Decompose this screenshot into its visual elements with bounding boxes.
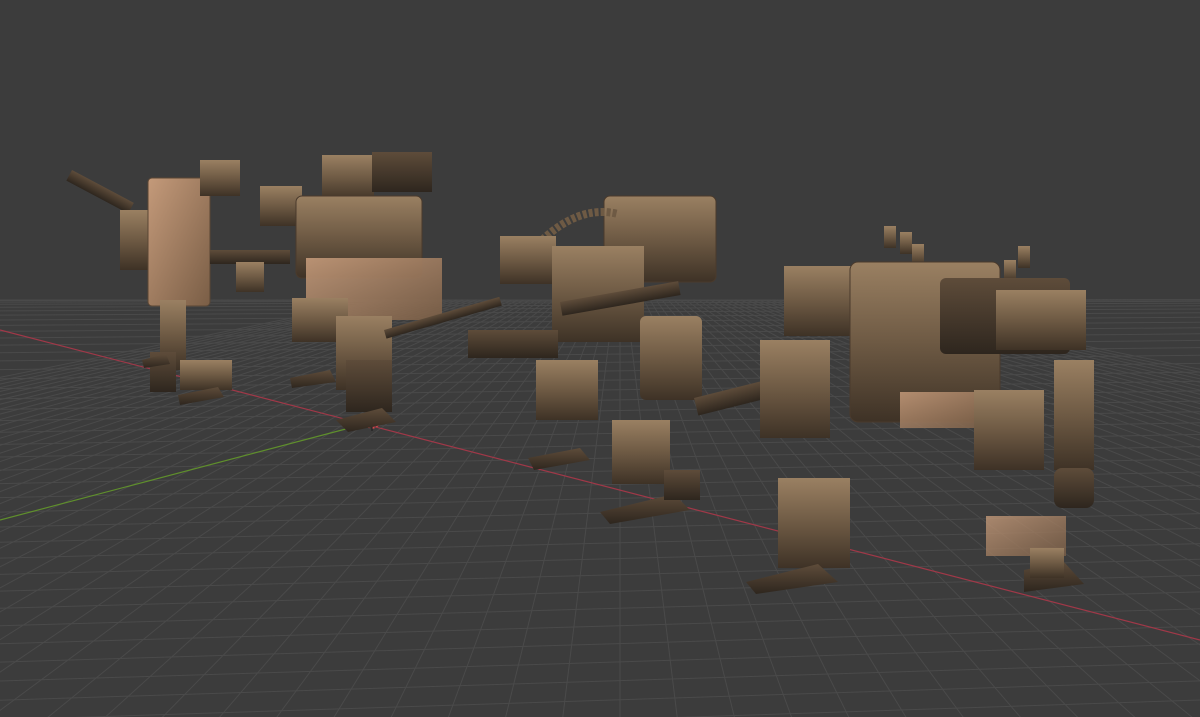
viewport-canvas[interactable]: [0, 0, 1200, 717]
missile-pod-left: [884, 226, 924, 266]
mech-with-twin-rifles[interactable]: [468, 195, 717, 524]
3d-viewport[interactable]: [0, 0, 1200, 717]
mech-with-missile-pods[interactable]: [694, 226, 1094, 594]
